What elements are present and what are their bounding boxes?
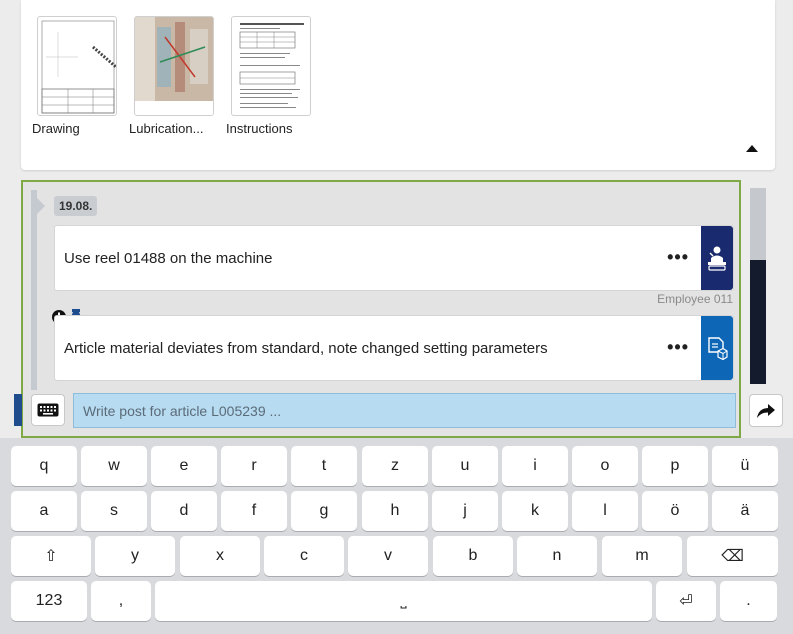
key-f[interactable]: f: [221, 491, 287, 531]
key-d[interactable]: d: [151, 491, 217, 531]
key-j[interactable]: j: [432, 491, 498, 531]
collapse-caret-up-icon[interactable]: [745, 141, 759, 152]
key-e[interactable]: e: [151, 446, 217, 486]
compose-accent: [14, 394, 22, 426]
key-k[interactable]: k: [502, 491, 568, 531]
key-v[interactable]: v: [348, 536, 428, 576]
comma-key[interactable]: ,: [91, 581, 151, 621]
post-card[interactable]: Use reel 01488 on the machine •••: [54, 225, 734, 291]
timeline-notch: [37, 198, 45, 214]
document-box-icon: [701, 316, 733, 380]
key-r[interactable]: r: [221, 446, 287, 486]
document-label: Lubrication...: [129, 121, 204, 136]
documents-panel: Drawing Lubrication... Instructions: [21, 0, 775, 170]
numbers-key[interactable]: 123: [11, 581, 87, 621]
post-author: Employee 011: [657, 292, 733, 306]
post-text: Use reel 01488 on the machine: [64, 250, 273, 267]
date-badge: 19.08.: [54, 196, 98, 216]
instructions-thumbnail: [231, 16, 311, 116]
key-ö[interactable]: ö: [642, 491, 708, 531]
document-lubrication[interactable]: Lubrication...: [129, 16, 214, 136]
keyboard-toggle-button[interactable]: [31, 394, 65, 426]
key-t[interactable]: t: [291, 446, 357, 486]
key-g[interactable]: g: [291, 491, 357, 531]
key-i[interactable]: i: [502, 446, 568, 486]
post-more-options-icon[interactable]: •••: [667, 248, 689, 266]
key-l[interactable]: l: [572, 491, 638, 531]
shift-key[interactable]: ⇧: [11, 536, 91, 576]
key-ü[interactable]: ü: [712, 446, 778, 486]
feed-scrollbar-thumb[interactable]: [750, 260, 766, 384]
timeline-bar: [31, 190, 37, 390]
document-instructions[interactable]: Instructions: [226, 16, 311, 136]
key-z[interactable]: z: [362, 446, 428, 486]
post-card[interactable]: Article material deviates from standard,…: [54, 315, 734, 381]
backspace-key[interactable]: ⌫: [687, 536, 778, 576]
key-s[interactable]: s: [81, 491, 147, 531]
key-x[interactable]: x: [180, 536, 260, 576]
key-a[interactable]: a: [11, 491, 77, 531]
key-w[interactable]: w: [81, 446, 147, 486]
post-more-options-icon[interactable]: •••: [667, 338, 689, 356]
key-o[interactable]: o: [572, 446, 638, 486]
space-key[interactable]: ˽: [155, 581, 652, 621]
key-u[interactable]: u: [432, 446, 498, 486]
send-button[interactable]: [749, 394, 783, 427]
document-drawing[interactable]: Drawing: [32, 16, 117, 136]
onscreen-keyboard: q w e r t z u i o p ü a s d f g h j k l ö ä ⇧ y x c v b n m ⌫ 123, ˽ ⏎.: [0, 438, 793, 634]
post-input[interactable]: [73, 393, 736, 428]
document-label: Drawing: [32, 121, 80, 136]
key-b[interactable]: b: [433, 536, 513, 576]
key-c[interactable]: c: [264, 536, 344, 576]
key-h[interactable]: h: [362, 491, 428, 531]
key-ä[interactable]: ä: [712, 491, 778, 531]
photo-thumbnail: [134, 16, 214, 116]
post-text: Article material deviates from standard,…: [64, 340, 548, 357]
key-m[interactable]: m: [602, 536, 682, 576]
key-q[interactable]: q: [11, 446, 77, 486]
key-n[interactable]: n: [517, 536, 597, 576]
document-label: Instructions: [226, 121, 293, 136]
period-key[interactable]: .: [720, 581, 777, 621]
enter-key[interactable]: ⏎: [656, 581, 716, 621]
send-arrow-icon: [757, 403, 775, 418]
operator-icon: [701, 226, 733, 290]
key-p[interactable]: p: [642, 446, 708, 486]
key-y[interactable]: y: [95, 536, 175, 576]
keyboard-icon: [37, 403, 59, 417]
drawing-thumbnail: [37, 16, 117, 116]
